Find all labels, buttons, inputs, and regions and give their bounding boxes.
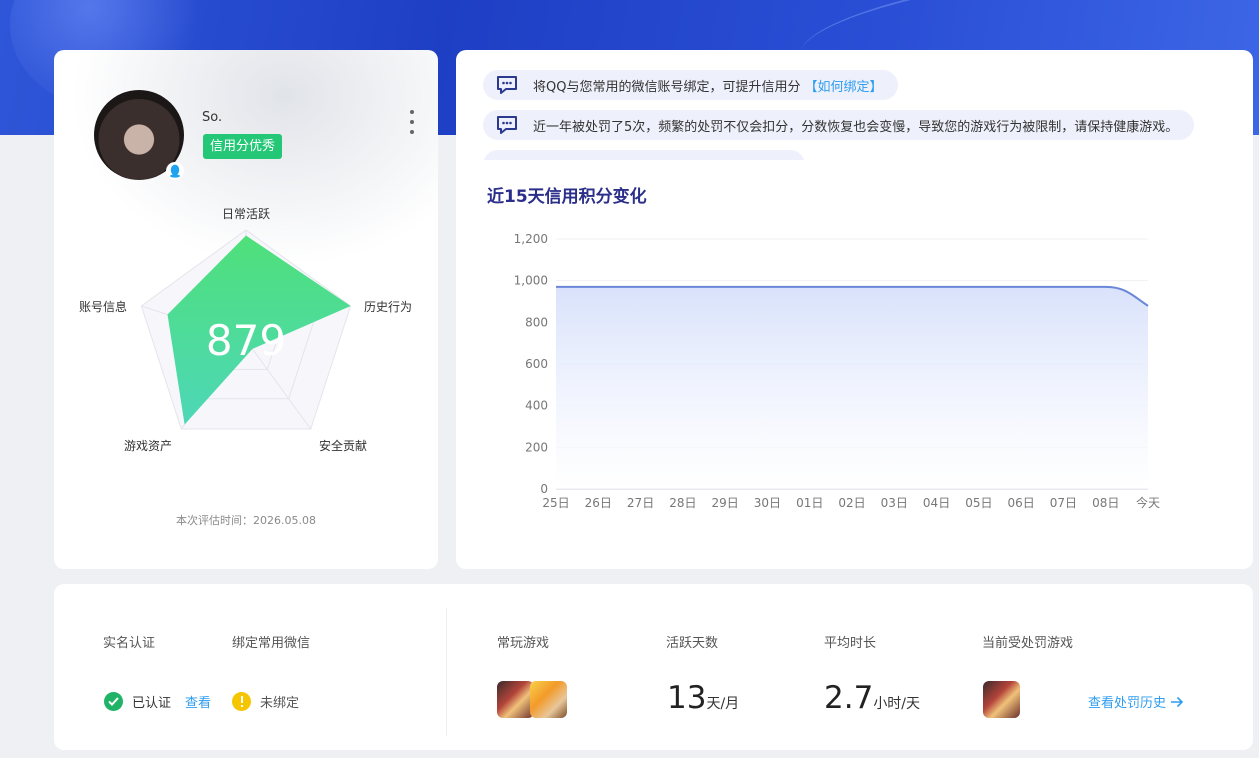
realname-label: 实名认证 [103,636,156,651]
notice-text: 将QQ与您常用的微信账号绑定，可提升信用分 [533,79,801,95]
warning-icon [232,692,251,711]
game-icon-honor-of-kings[interactable] [497,681,534,718]
y-tick-label: 600 [525,357,548,371]
y-tick-label: 1,200 [514,232,548,246]
x-tick-label: 28日 [669,496,696,510]
wechat-binding-label: 绑定常用微信 [232,636,311,651]
x-tick-label: 30日 [754,496,781,510]
y-tick-label: 400 [525,399,548,413]
chart-title: 近15天信用积分变化 [487,187,647,207]
verified-text: 已认证 [132,696,172,711]
frequent-games-label: 常玩游戏 [497,636,550,651]
unbound-text: 未绑定 [260,696,300,711]
x-tick-label: 04日 [923,496,950,510]
y-tick-label: 800 [525,315,548,329]
x-tick-label: 26日 [585,496,612,510]
how-to-bind-link[interactable]: 【如何绑定】 [804,76,882,95]
credit-score: 879 [206,316,286,365]
x-tick-label: 29日 [712,496,739,510]
y-tick-label: 0 [540,482,548,496]
message-icon [497,76,517,94]
punished-game-icon[interactable] [983,681,1020,718]
avg-time-label: 平均时长 [824,636,877,651]
notice-list-overflow[interactable] [483,150,813,160]
arrow-right-icon [1171,696,1184,707]
avg-time-value: 2.7小时/天 [824,680,921,716]
x-tick-label: 08日 [1092,496,1119,510]
username: So. [202,110,223,125]
more-options-icon[interactable] [404,110,420,134]
wechat-status: 未绑定 [232,692,299,711]
x-tick-label: 03日 [881,496,908,510]
x-tick-label: 02日 [838,496,865,510]
section-divider [446,608,447,736]
credit-level-badge: 信用分优秀 [203,134,283,159]
x-tick-label: 01日 [796,496,823,510]
punished-game-label: 当前受处罚游戏 [982,636,1074,651]
view-realname-link[interactable]: 查看 [185,692,211,711]
trend-area [556,286,1148,489]
credit-trend-chart: 0 200 400 600 800 1,000 1,200 25日 26日 27日 28日 29日 3… [514,232,1160,510]
notice-punishment: 近一年被处罚了5次，频繁的处罚不仅会扣分，分数恢复也会变慢，导致您的游戏行为被限… [483,110,1195,140]
radar-label-game-assets: 游戏资产 [124,439,173,453]
message-icon [497,116,517,134]
evaluation-time: 本次评估时间：2026.05.08 [176,514,316,527]
radar-label-history-behavior: 历史行为 [364,300,413,314]
x-tick-label: 06日 [1008,496,1035,510]
credit-radar-chart: 879 [140,229,352,430]
x-tick-label: 05日 [965,496,992,510]
radar-label-daily-activity: 日常活跃 [222,207,271,221]
profile-card: So. 信用分优秀 879 日常活跃 历史行为 安全贡献 游戏资产 账号信息 本… [54,50,438,569]
radar-label-security-contribution: 安全贡献 [319,439,368,453]
y-tick-label: 1,000 [514,274,548,288]
check-icon [104,692,123,711]
y-tick-label: 200 [525,440,548,454]
x-tick-label: 今天 [1136,495,1160,510]
credit-trend-card: 将QQ与您常用的微信账号绑定，可提升信用分 【如何绑定】 近一年被处罚了5次，频… [456,50,1253,569]
radar-label-account-info: 账号信息 [79,300,128,314]
game-icon-naruto[interactable] [530,681,567,718]
stats-card: 实名认证 绑定常用微信 已认证 查看 未绑定 常玩游戏 活跃天数 13天/月 平… [54,584,1253,750]
qq-penguin-icon [166,162,184,180]
active-days-label: 活跃天数 [666,636,719,651]
notice-text: 近一年被处罚了5次，频繁的处罚不仅会扣分，分数恢复也会变慢，导致您的游戏行为被限… [533,119,1179,135]
notice-bind-wechat: 将QQ与您常用的微信账号绑定，可提升信用分 【如何绑定】 [483,70,899,100]
x-tick-label: 07日 [1050,496,1077,510]
punishment-history-link[interactable]: 查看处罚历史 [1088,692,1184,711]
realname-status: 已认证 查看 [104,692,211,711]
x-tick-label: 27日 [627,496,654,510]
active-days-value: 13天/月 [667,680,740,716]
x-tick-label: 25日 [542,496,569,510]
